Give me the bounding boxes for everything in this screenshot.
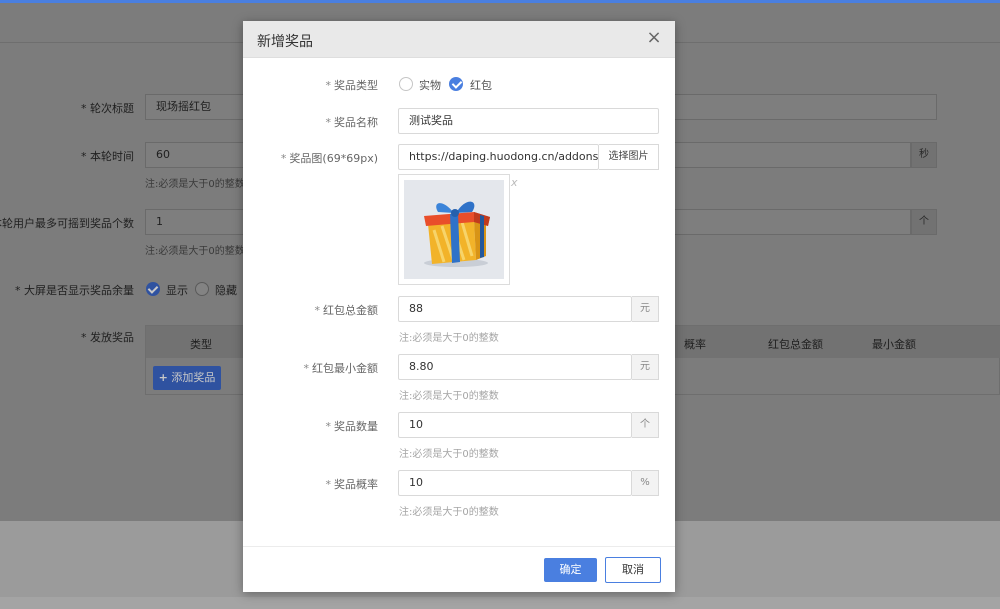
total-amount-label-text: 红包总金额 [323, 304, 378, 317]
plus-icon: + [158, 371, 168, 384]
round-title-label: * 轮次标题 [81, 102, 134, 115]
min-amount-input[interactable]: 8.80 [398, 354, 632, 380]
add-prize-button[interactable]: + 添加奖品 [153, 366, 221, 390]
modal-footer-divider [243, 546, 675, 547]
prize-image-label: * 奖品图(69*69px) [280, 152, 378, 165]
add-prize-label: 添加奖品 [171, 371, 216, 384]
total-amount-note: 注:必须是大于0的整数 [399, 333, 499, 344]
min-amount-unit: 元 [632, 354, 659, 380]
add-prize-modal: 新增奖品 × * 奖品类型 实物 红包 * 奖品名称 测试奖品 * 奖品图(69*69… [243, 21, 675, 592]
modal-header: 新增奖品 × [243, 21, 675, 58]
cancel-button[interactable]: 取消 [605, 557, 661, 583]
gift-icon [424, 201, 490, 267]
prize-image-preview [398, 174, 510, 285]
round-time-note: 注:必须是大于0的整数 [145, 179, 245, 190]
total-amount-input[interactable]: 88 [398, 296, 632, 322]
round-time-unit: 秒 [911, 142, 937, 168]
col-total-amount: 红包总金额 [768, 338, 823, 351]
quantity-note: 注:必须是大于0的整数 [399, 449, 499, 460]
hide-option-label: 隐藏 [215, 284, 237, 297]
choose-image-button[interactable]: 选择图片 [599, 144, 659, 170]
show-option-label: 显示 [166, 284, 188, 297]
hide-option-radio[interactable] [195, 282, 209, 296]
col-min-amount: 最小金额 [872, 338, 916, 351]
show-option-check-icon[interactable] [146, 282, 160, 296]
footer-stripe [0, 597, 1000, 609]
quantity-label-text: 奖品数量 [334, 420, 378, 433]
min-amount-label: * 红包最小金额 [303, 362, 379, 375]
prize-type-label: * 奖品类型 [325, 79, 379, 92]
probability-note: 注:必须是大于0的整数 [399, 507, 499, 518]
quantity-unit: 个 [632, 412, 659, 438]
prizes-label: * 发放奖品 [81, 331, 134, 344]
close-icon[interactable]: × [645, 29, 663, 47]
quantity-label: * 奖品数量 [325, 420, 379, 433]
prize-image-url-input[interactable]: https://daping.huodong.cn/addons/r [398, 144, 599, 170]
probability-input[interactable]: 10 [398, 470, 632, 496]
col-type: 类型 [190, 338, 212, 351]
remove-image-icon[interactable]: x [511, 176, 518, 189]
probability-label-text: 奖品概率 [334, 478, 378, 491]
prize-image-label-text: 奖品图(69*69px) [289, 152, 378, 165]
probability-unit: % [632, 470, 659, 496]
prize-type-redpacket-radio[interactable] [449, 77, 463, 91]
total-amount-label: * 红包总金额 [314, 304, 379, 317]
confirm-button[interactable]: 确定 [544, 558, 597, 582]
round-time-label: * 本轮时间 [81, 150, 134, 163]
prize-name-label: * 奖品名称 [325, 116, 379, 129]
prize-name-input[interactable]: 测试奖品 [398, 108, 659, 134]
min-amount-label-text: 红包最小金额 [312, 362, 378, 375]
prize-type-redpacket-label: 红包 [470, 79, 492, 92]
col-probability: 概率 [684, 338, 706, 351]
max-per-user-note: 注:必须是大于0的整数 [145, 246, 245, 257]
prize-type-physical-label: 实物 [419, 79, 441, 92]
gift-image [404, 180, 504, 279]
min-amount-note: 注:必须是大于0的整数 [399, 391, 499, 402]
prize-name-label-text: 奖品名称 [334, 116, 378, 129]
max-per-user-unit: 个 [911, 209, 937, 235]
quantity-input[interactable]: 10 [398, 412, 632, 438]
show-remaining-label: * 大屏是否显示奖品余量 [15, 284, 134, 297]
modal-title: 新增奖品 [257, 34, 313, 50]
probability-label: * 奖品概率 [325, 478, 379, 491]
total-amount-unit: 元 [632, 296, 659, 322]
prize-type-physical-radio[interactable] [399, 77, 413, 91]
max-per-user-label: * 本轮用户最多可摇到奖品个数 [0, 217, 134, 230]
prize-type-label-text: 奖品类型 [334, 79, 378, 92]
